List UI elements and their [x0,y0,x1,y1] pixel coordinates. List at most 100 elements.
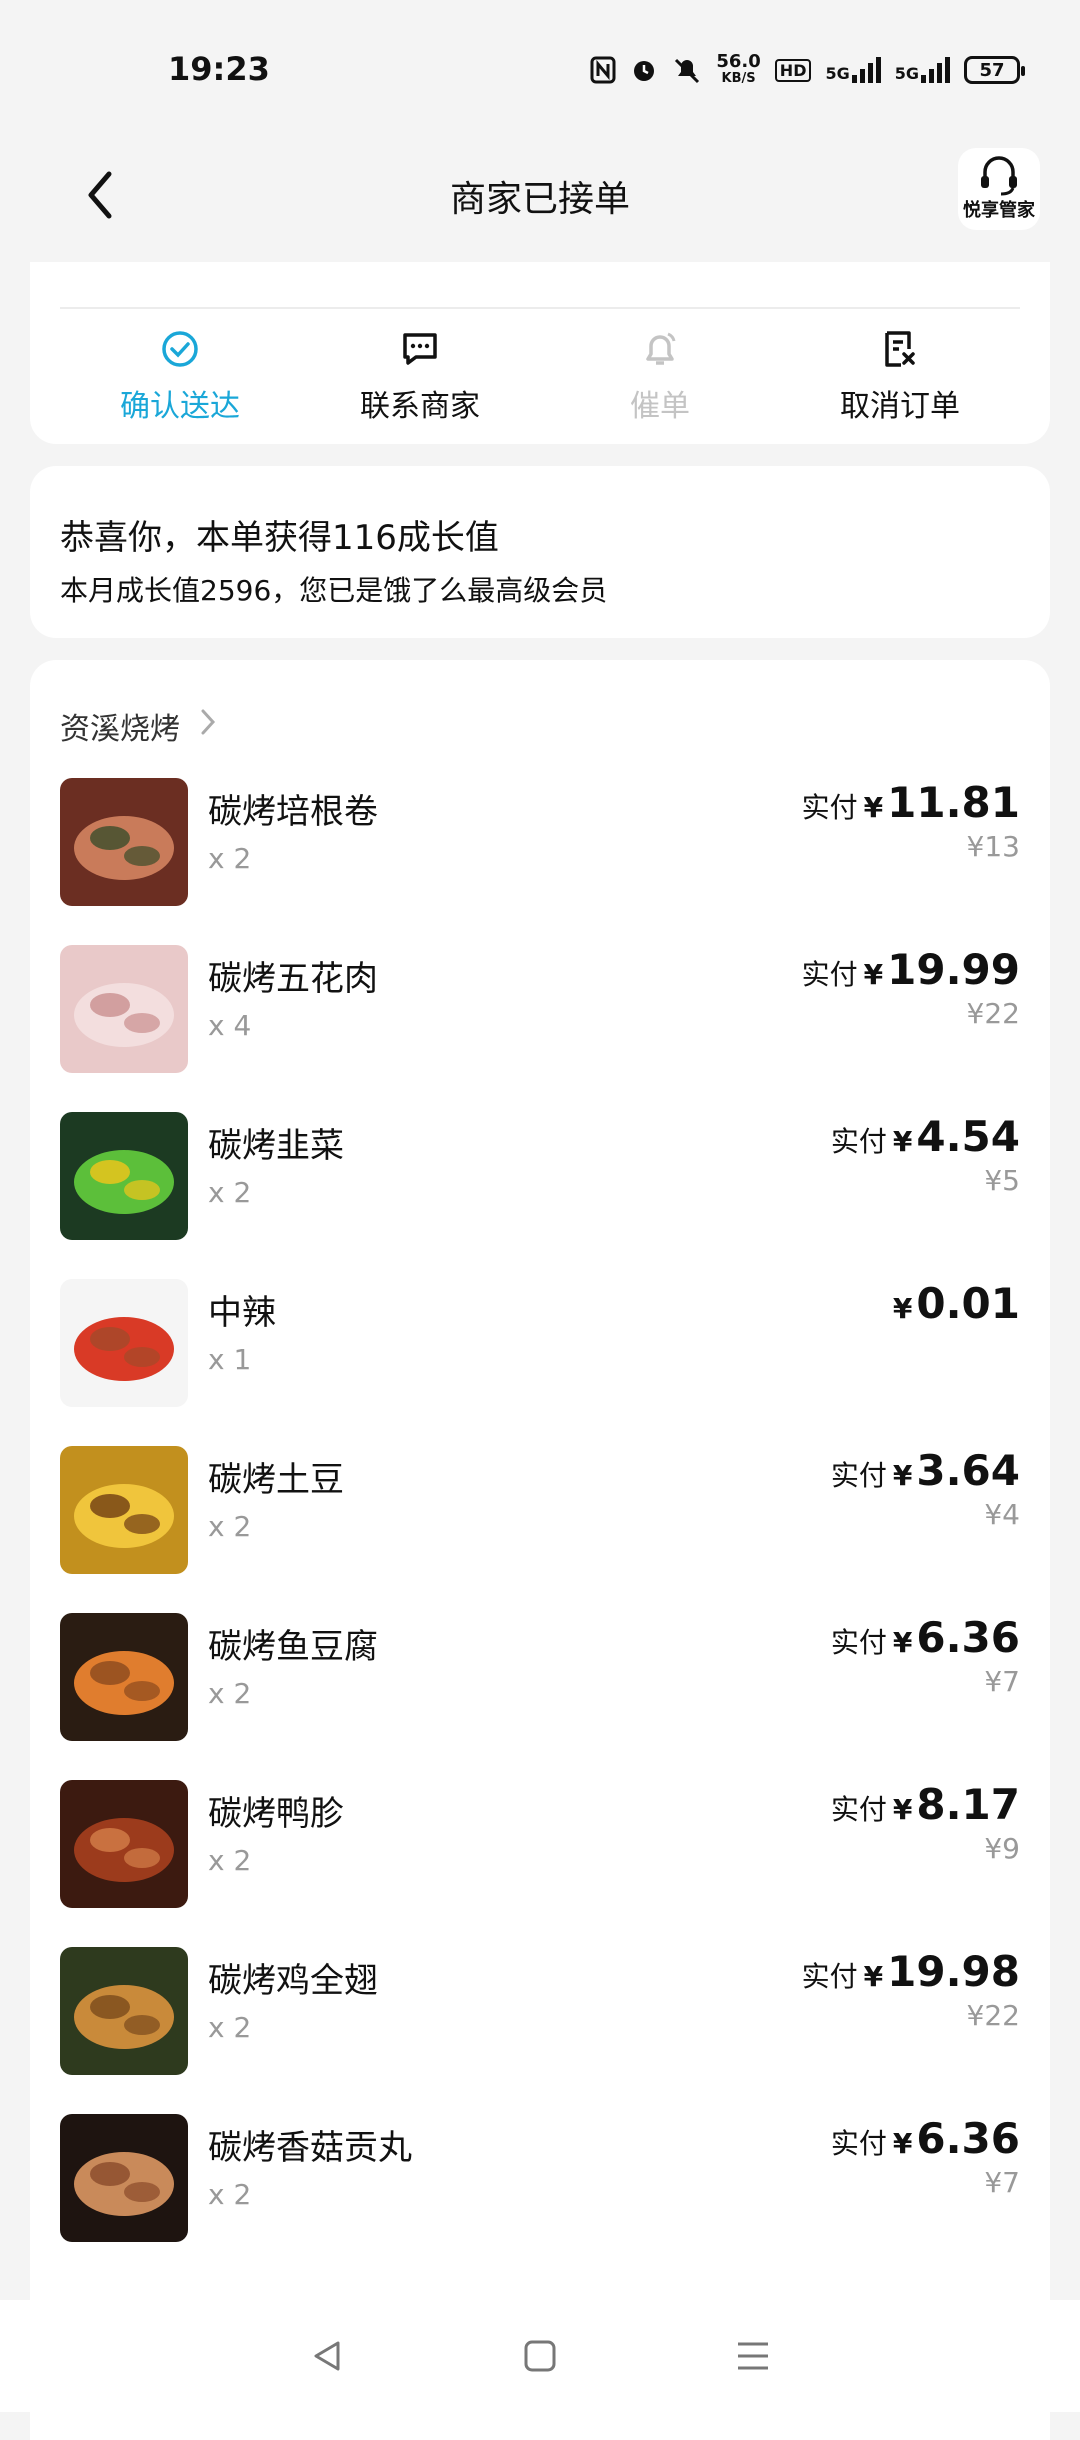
nav-bar: 商家已接单 悦享管家 [0,130,1080,260]
item-paid-amount: 19.99 [887,945,1020,994]
nav-back-button[interactable] [297,2326,357,2386]
item-paid-amount: 8.17 [916,1780,1020,1829]
order-item-row[interactable]: 碳烤鸭胗 x 2 实付 ¥ 8.17 ¥9 [60,1780,1020,1947]
hd-badge: HD [774,58,812,82]
system-nav-bar [0,2300,1080,2412]
shop-link[interactable]: 资溪烧烤 [60,704,1020,748]
page-title: 商家已接单 [449,179,630,220]
status-bar: 19:23 56.0 KB/S HD 5G 5G 57 [0,0,1080,130]
order-items-card: 资溪烧烤 碳烤培根卷 x 2 实付 ¥ 11.81 ¥13 碳烤五花肉 x 4 … [30,660,1050,2440]
butler-button[interactable]: 悦享管家 [958,148,1040,230]
clock: 19:23 [168,50,270,88]
chat-icon [398,327,442,371]
currency-symbol: ¥ [892,1459,913,1492]
order-item-row[interactable]: 碳烤五花肉 x 4 实付 ¥ 19.99 ¥22 [60,945,1020,1112]
mute-icon [672,56,702,84]
butler-label: 悦享管家 [963,200,1035,221]
paid-label: 实付 [830,1793,887,1826]
urge-order-button[interactable]: 催单 [540,327,780,425]
item-price: 实付 ¥ 6.36 [831,1613,1020,1662]
contact-merchant-label: 联系商家 [360,389,480,424]
item-paid-amount: 3.64 [916,1446,1020,1495]
item-name: 碳烤鸭胗 [208,1794,344,1834]
net-speed-unit: KB/S [721,71,756,86]
order-item-row[interactable]: 碳烤鱼豆腐 x 2 实付 ¥ 6.36 ¥7 [60,1613,1020,1780]
cancel-order-button[interactable]: 取消订单 [780,327,1020,425]
signal-bars-icon [851,57,881,83]
item-original-price: ¥7 [984,1665,1020,1698]
currency-symbol: ¥ [892,1626,913,1659]
item-quantity: x 2 [208,2178,252,2211]
item-quantity: x 2 [208,1844,252,1877]
item-quantity: x 4 [208,1009,252,1042]
item-price: 实付 ¥ 6.36 [831,2114,1020,2163]
signal-2-label: 5G [894,64,919,83]
cancel-order-label: 取消订单 [840,389,960,424]
item-price: 实付 ¥ 19.98 [802,1947,1020,1996]
item-photo [60,1947,188,2075]
currency-symbol: ¥ [892,2127,913,2160]
order-item-row[interactable]: 碳烤韭菜 x 2 实付 ¥ 4.54 ¥5 [60,1112,1020,1279]
urge-order-label: 催单 [630,389,690,424]
bell-icon [638,327,682,371]
item-name: 碳烤培根卷 [208,792,378,832]
item-price: 实付 ¥ 11.81 [802,778,1020,827]
nav-recents-button[interactable] [723,2326,783,2386]
item-name: 碳烤韭菜 [208,1126,344,1166]
item-name: 碳烤鱼豆腐 [208,1627,378,1667]
currency-symbol: ¥ [892,1292,913,1325]
item-photo [60,1780,188,1908]
nfc-icon [590,56,616,84]
actions-row: 确认送达 联系商家 催单 取消订单 [60,327,1020,425]
paid-label: 实付 [801,1960,858,1993]
paid-label: 实付 [801,791,858,824]
cancel-document-icon [878,327,922,371]
item-paid-amount: 11.81 [887,778,1020,827]
item-quantity: x 2 [208,2011,252,2044]
item-quantity: x 2 [208,842,252,875]
signal-1-label: 5G [825,64,850,83]
alarm-icon [630,56,658,84]
currency-symbol: ¥ [863,958,884,991]
currency-symbol: ¥ [892,1793,913,1826]
item-photo [60,1613,188,1741]
item-photo [60,1112,188,1240]
nav-home-button[interactable] [510,2326,570,2386]
status-icons: 56.0 KB/S HD 5G 5G 57 [590,50,1025,90]
currency-symbol: ¥ [863,791,884,824]
order-item-row[interactable]: 碳烤培根卷 x 2 实付 ¥ 11.81 ¥13 [60,778,1020,945]
item-name: 碳烤香菇贡丸 [208,2128,412,2168]
order-item-row[interactable]: 碳烤土豆 x 2 实付 ¥ 3.64 ¥4 [60,1446,1020,1613]
membership-message: 本月成长值2596，您已是饿了么最高级会员 [60,574,608,607]
signal-2: 5G [895,57,950,83]
order-item-row[interactable]: 中辣 x 1 ¥ 0.01 [60,1279,1020,1446]
net-speed: 56.0 KB/S [716,53,760,87]
item-paid-amount: 0.01 [916,1279,1020,1328]
contact-merchant-button[interactable]: 联系商家 [300,327,540,425]
chevron-right-icon [200,708,216,744]
item-original-price: ¥22 [966,997,1020,1030]
item-photo [60,945,188,1073]
signal-1: 5G [825,57,881,83]
check-circle-icon [158,327,202,371]
confirm-delivery-button[interactable]: 确认送达 [60,327,300,425]
order-item-row[interactable]: 碳烤鸡全翅 x 2 实付 ¥ 19.98 ¥22 [60,1947,1020,2114]
order-item-row[interactable]: 碳烤香菇贡丸 x 2 实付 ¥ 6.36 ¥7 [60,2114,1020,2281]
item-original-price: ¥4 [984,1498,1020,1531]
item-paid-amount: 19.98 [887,1947,1020,1996]
paid-label: 实付 [830,1459,887,1492]
triangle-back-icon [314,2341,340,2371]
signal-bars-icon [921,57,950,83]
confirm-delivery-label: 确认送达 [120,389,240,424]
item-quantity: x 2 [208,1176,252,1209]
item-original-price: ¥7 [984,2166,1020,2199]
square-home-icon [524,2340,556,2372]
item-name: 碳烤鸡全翅 [208,1961,378,2001]
item-original-price: ¥5 [984,1164,1020,1197]
item-original-price: ¥22 [966,1999,1020,2032]
item-photo [60,2114,188,2242]
paid-label: 实付 [830,1125,887,1158]
paid-label: 实付 [801,958,858,991]
item-photo [60,1279,188,1407]
order-actions-card: 确认送达 联系商家 催单 取消订单 [30,262,1050,444]
